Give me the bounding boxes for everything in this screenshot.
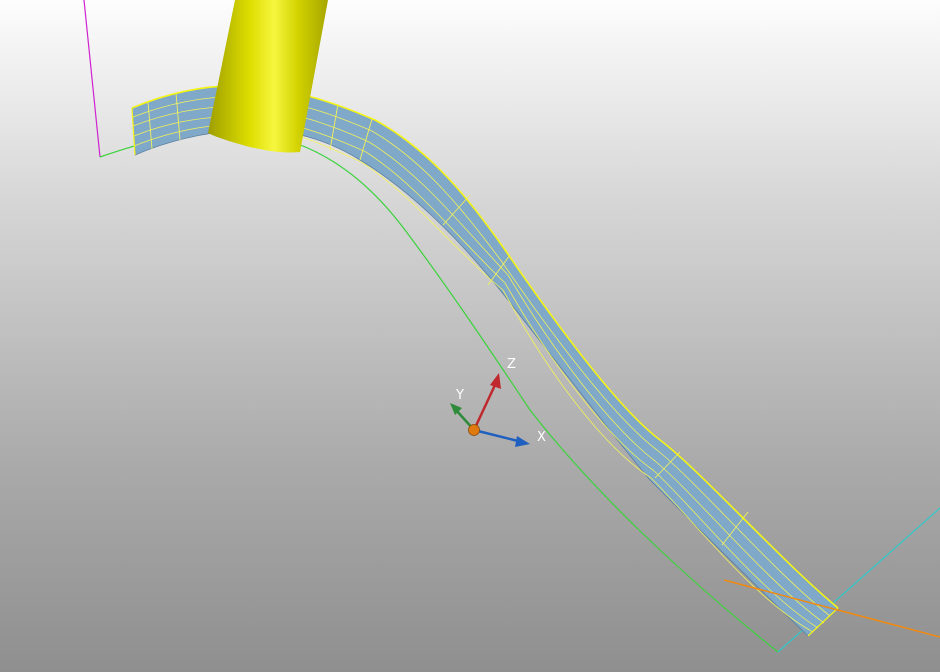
orange-reference-line [723,579,940,638]
z-axis-label: Z [507,357,516,372]
scene-canvas[interactable]: Y Z X [0,0,940,672]
x-axis-arrowhead [515,436,530,447]
magenta-reference-line [83,0,101,158]
swept-surface[interactable] [131,84,839,637]
triad-origin [468,424,480,436]
surface-fill [131,85,839,637]
y-axis-label: Y [455,388,464,403]
z-axis-arrowhead [490,373,501,389]
z-axis-shaft [472,384,497,431]
x-axis-shaft [473,428,519,443]
3d-viewport[interactable]: Y Z X [0,0,940,672]
axis-triad: Y Z X [450,357,546,447]
x-axis-label: X [537,430,546,445]
